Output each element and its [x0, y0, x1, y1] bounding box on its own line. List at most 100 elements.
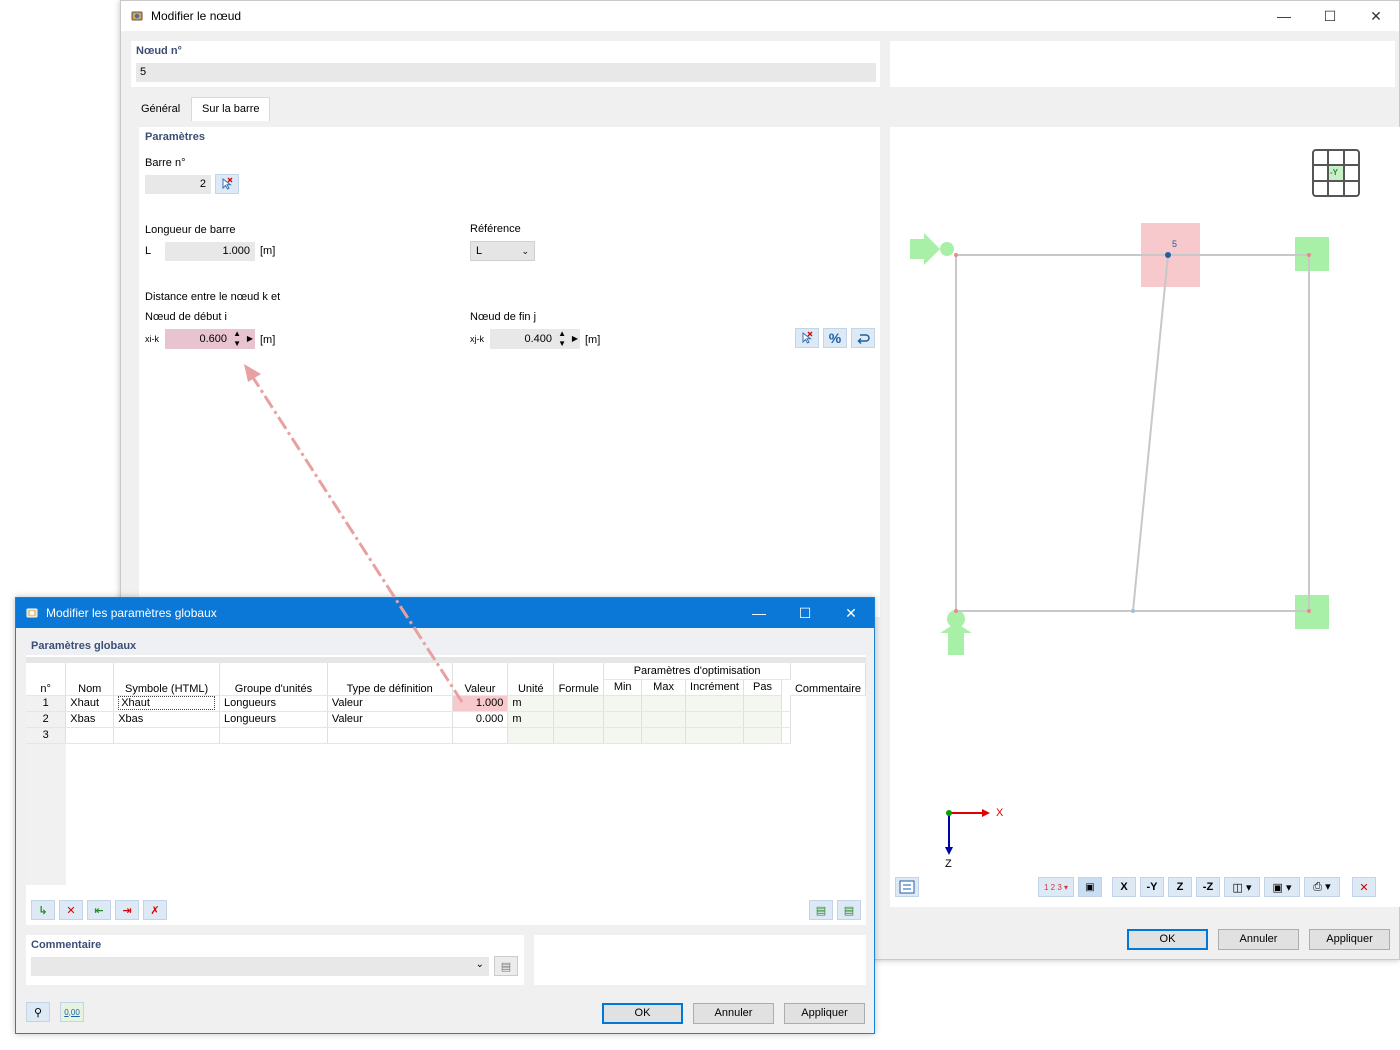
expand-arrow-icon[interactable]: ▶: [572, 329, 578, 349]
table-row[interactable]: 1 Xhaut Xhaut Longueurs Valeur 1.000 m: [26, 695, 866, 712]
reverse-button[interactable]: [851, 328, 875, 348]
row-step[interactable]: [743, 711, 782, 728]
copy-table-button[interactable]: ▤: [809, 900, 833, 920]
row-max[interactable]: [641, 727, 686, 744]
close-icon[interactable]: ✕: [828, 598, 874, 628]
view-x-button[interactable]: X: [1112, 877, 1136, 897]
row-value[interactable]: 1.000: [452, 695, 509, 712]
row-symbol[interactable]: Xbas: [113, 711, 221, 728]
render-button[interactable]: ▣: [1078, 877, 1102, 897]
row-name[interactable]: [65, 727, 115, 744]
numbering-button[interactable]: 1 2 3 ▾: [1038, 877, 1074, 897]
delete-unused-button[interactable]: ✗: [143, 900, 167, 920]
view-minus-y-button[interactable]: -Y: [1140, 877, 1164, 897]
row-symbol[interactable]: [113, 727, 221, 744]
row-min[interactable]: [603, 695, 643, 712]
decimals-button[interactable]: 0,00: [60, 1002, 84, 1022]
row-value[interactable]: 0.000: [452, 711, 509, 728]
node-5-point[interactable]: [1165, 252, 1171, 258]
render-mode-icon: ▣: [1085, 881, 1095, 893]
row-def-type[interactable]: [327, 727, 453, 744]
iso-view-button[interactable]: ◫ ▾: [1224, 877, 1260, 897]
node-apply-button[interactable]: Appliquer: [1309, 929, 1390, 950]
help-button[interactable]: ⚲: [26, 1002, 50, 1022]
table-row[interactable]: 2 Xbas Xbas Longueurs Valeur 0.000 m: [26, 711, 866, 728]
node-no-field[interactable]: 5: [136, 63, 876, 82]
print-button[interactable]: ⎙ ▾: [1304, 877, 1340, 897]
row-step[interactable]: [743, 695, 782, 712]
table-row[interactable]: 3: [26, 727, 866, 744]
row-comment[interactable]: [781, 711, 791, 728]
spin-icon[interactable]: ▲ ▼: [233, 329, 241, 349]
row-def-type[interactable]: Valeur: [327, 695, 453, 712]
maximize-icon[interactable]: ☐: [782, 598, 828, 628]
row-comment[interactable]: [781, 695, 791, 712]
paste-table-button[interactable]: ▤: [837, 900, 861, 920]
row-increment[interactable]: [685, 695, 744, 712]
reference-select[interactable]: L ⌄: [470, 241, 535, 261]
start-symbol: xi-k: [145, 334, 159, 344]
row-unit-group[interactable]: Longueurs: [219, 695, 328, 712]
spin-icon[interactable]: ▲ ▼: [558, 329, 566, 349]
maximize-icon[interactable]: ☐: [1307, 1, 1353, 31]
percent-button[interactable]: %: [823, 328, 847, 348]
node-ok-button[interactable]: OK: [1127, 929, 1208, 950]
global-dialog-titlebar[interactable]: Modifier les paramètres globaux — ☐ ✕: [16, 598, 874, 628]
row-name[interactable]: Xbas: [65, 711, 115, 728]
global-ok-button[interactable]: OK: [602, 1003, 683, 1024]
node-dialog-titlebar[interactable]: Modifier le nœud — ☐ ✕: [121, 1, 1399, 31]
comment-select[interactable]: ⌄: [31, 957, 489, 976]
row-increment[interactable]: [685, 727, 744, 744]
close-icon[interactable]: ✕: [1353, 1, 1399, 31]
minimize-icon[interactable]: —: [1261, 1, 1307, 31]
start-distance-input[interactable]: 0.600 ▲ ▼ ▶: [165, 329, 255, 349]
reset-view-button[interactable]: ✕: [1352, 877, 1376, 897]
tab-on-member[interactable]: Sur la barre: [191, 97, 271, 121]
row-step[interactable]: [743, 727, 782, 744]
comment-library-button[interactable]: ▤: [494, 956, 518, 976]
global-cancel-button[interactable]: Annuler: [693, 1003, 774, 1024]
view-z-button[interactable]: Z: [1168, 877, 1192, 897]
node-cancel-button[interactable]: Annuler: [1218, 929, 1299, 950]
row-max[interactable]: [641, 711, 686, 728]
row-formula[interactable]: [553, 695, 605, 712]
row-increment[interactable]: [685, 711, 744, 728]
view-settings-button[interactable]: [895, 877, 919, 897]
minimize-icon[interactable]: —: [736, 598, 782, 628]
member-no-input[interactable]: 2: [145, 175, 211, 194]
global-dialog-title: Modifier les paramètres globaux: [46, 606, 217, 620]
export-button[interactable]: ⇥: [115, 900, 139, 920]
delete-row-icon: ✕: [66, 904, 76, 917]
row-min[interactable]: [603, 727, 643, 744]
row-symbol[interactable]: Xhaut: [113, 695, 221, 712]
row-value[interactable]: [452, 727, 509, 744]
row-formula[interactable]: [553, 711, 605, 728]
pick-point-button[interactable]: [795, 328, 819, 348]
row-unit-group[interactable]: Longueurs: [219, 711, 328, 728]
paste-table-icon: ▤: [843, 904, 855, 917]
return-arrow-icon: [857, 334, 870, 345]
delete-row-button[interactable]: ✕: [59, 900, 83, 920]
expand-arrow-icon[interactable]: ▶: [247, 329, 253, 349]
global-apply-button[interactable]: Appliquer: [784, 1003, 865, 1024]
row-name[interactable]: Xhaut: [65, 695, 115, 712]
pick-member-button[interactable]: [215, 174, 239, 194]
import-button[interactable]: ⇤: [87, 900, 111, 920]
row-def-type[interactable]: Valeur: [327, 711, 453, 728]
row-no: 1: [26, 695, 67, 712]
row-max[interactable]: [641, 695, 686, 712]
row-comment[interactable]: [781, 727, 791, 744]
global-app-icon: [24, 605, 40, 621]
end-distance-input[interactable]: 0.400 ▲ ▼ ▶: [490, 329, 580, 349]
row-min[interactable]: [603, 711, 643, 728]
box-view-button[interactable]: ▣ ▾: [1264, 877, 1300, 897]
row-no: 3: [26, 727, 67, 744]
row-formula[interactable]: [553, 727, 605, 744]
graphic-view-panel[interactable]: 5 -Y X Z 1 2 3 ▾ ▣ X -Y Z -Z ◫ ▾ ▣ ▾ ⎙ ▾…: [890, 127, 1400, 907]
cursor-pick-icon: [222, 177, 233, 190]
view-minus-z-button[interactable]: -Z: [1196, 877, 1220, 897]
insert-row-button[interactable]: ↳: [31, 900, 55, 920]
row-unit-group[interactable]: [219, 727, 328, 744]
tab-general[interactable]: Général: [131, 98, 190, 120]
structure-view: [910, 149, 1360, 855]
